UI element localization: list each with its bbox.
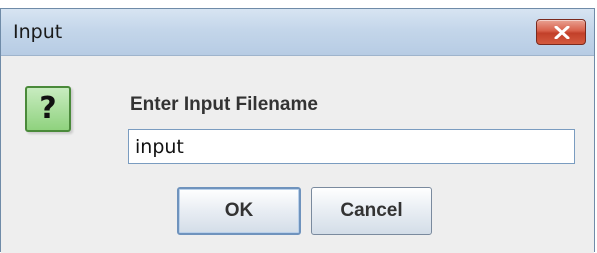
question-icon: ? [25,86,71,132]
cancel-button[interactable]: Cancel [311,187,432,235]
ok-button[interactable]: OK [177,187,301,235]
close-x-icon [554,26,570,39]
prompt-label: Enter Input Filename [130,94,318,115]
dialog-title: Input [13,21,63,43]
input-dialog: Input ? Enter Input Filename OK Cancel [0,8,595,253]
title-bar[interactable]: Input [1,9,594,56]
dialog-body: ? Enter Input Filename OK Cancel [1,56,594,253]
filename-input[interactable] [128,129,575,164]
close-button[interactable] [536,19,586,45]
